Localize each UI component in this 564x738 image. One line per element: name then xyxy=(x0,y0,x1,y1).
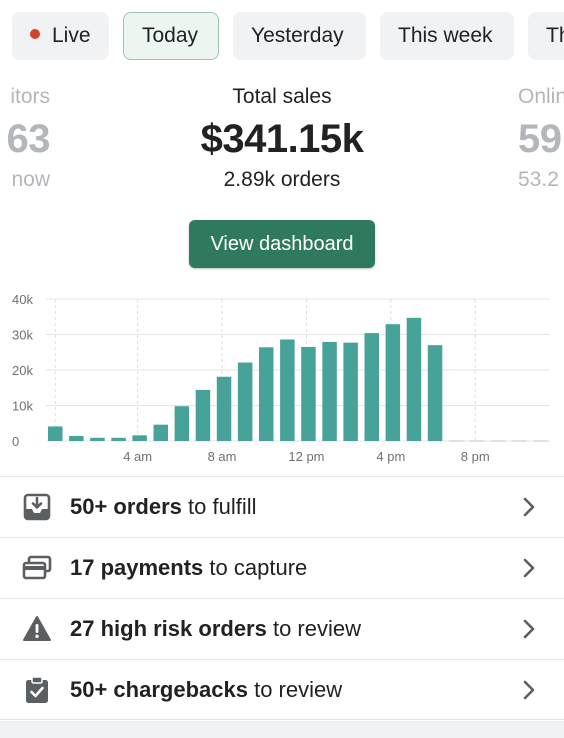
stat-visitors-label: itors xyxy=(10,85,50,108)
tab-live[interactable]: Live xyxy=(12,12,109,60)
tab-partial[interactable]: Th xyxy=(528,12,564,60)
chevron-right-icon xyxy=(523,497,535,517)
tab-partial-label: Th xyxy=(546,24,564,47)
task-orders-to-fulfill[interactable]: 50+ orders to fulfill xyxy=(0,476,564,537)
task-payments-rest: to capture xyxy=(203,555,308,580)
tab-yesterday[interactable]: Yesterday xyxy=(233,12,366,60)
stat-online: Onlin 59 53.2 xyxy=(518,85,564,192)
stat-total-sales-label: Total sales xyxy=(232,85,332,108)
bar xyxy=(195,389,211,441)
stat-visitors-value: 63 xyxy=(6,117,51,161)
y-tick-label: 40k xyxy=(12,292,33,307)
task-chargebacks-count: 50+ chargebacks xyxy=(70,676,248,702)
y-tick-label: 10k xyxy=(12,399,33,414)
task-orders-rest: to fulfill xyxy=(181,494,257,519)
bar xyxy=(385,324,401,441)
bar xyxy=(174,406,190,441)
bar xyxy=(427,345,443,441)
bar xyxy=(48,426,63,441)
bottom-scroll-area xyxy=(0,721,564,738)
task-orders-text: 50+ orders to fulfill xyxy=(70,494,257,520)
bar xyxy=(301,346,316,441)
x-tick-label: 12 pm xyxy=(288,449,324,464)
bar xyxy=(153,424,168,441)
bar xyxy=(364,333,379,441)
y-tick-label: 30k xyxy=(12,328,33,343)
stat-visitors: itors 63 now xyxy=(0,85,51,192)
bar xyxy=(343,342,358,441)
stat-visitors-sub: now xyxy=(11,168,50,191)
task-payments-to-capture[interactable]: 17 payments to capture xyxy=(0,537,564,598)
bar xyxy=(90,437,105,441)
stat-total-sales-orders: 2.89k orders xyxy=(223,168,341,191)
chevron-right-icon xyxy=(523,558,535,578)
bar xyxy=(237,362,253,441)
view-dashboard-button[interactable]: View dashboard xyxy=(189,220,375,268)
task-list: 50+ orders to fulfill 17 payments to cap… xyxy=(0,476,564,720)
task-payments-text: 17 payments to capture xyxy=(70,555,307,581)
bar xyxy=(216,376,232,441)
bar xyxy=(132,435,147,441)
task-high-risk-orders[interactable]: 27 high risk orders to review xyxy=(0,598,564,659)
tab-this-week[interactable]: This week xyxy=(380,12,514,60)
bar xyxy=(406,317,422,441)
bar xyxy=(259,347,274,441)
tab-today-label: Today xyxy=(142,24,199,47)
y-tick-label: 20k xyxy=(12,363,33,378)
clipboard-check-icon xyxy=(26,676,48,703)
tab-live-label: Live xyxy=(52,24,91,47)
stat-total-sales-value: $341.15k xyxy=(200,117,364,161)
x-tick-label: 4 am xyxy=(123,449,152,464)
live-dot-icon xyxy=(30,29,40,40)
x-tick-label: 8 am xyxy=(208,449,237,464)
stat-online-value: 59 xyxy=(518,117,562,161)
y-tick-label: 0 xyxy=(12,434,19,449)
sales-bar-chart: 40k 30k 20k 10k 0 4 am 8 am 12 pm 4 pm 8 pm xyxy=(12,292,550,464)
chevron-right-icon xyxy=(523,680,535,700)
stat-online-sub: 53.2 xyxy=(518,168,559,191)
task-payments-count: 17 payments xyxy=(70,555,204,580)
task-chargebacks[interactable]: 50+ chargebacks to review xyxy=(0,659,564,720)
bar xyxy=(111,437,126,441)
task-orders-count: 50+ orders xyxy=(70,494,182,519)
warning-icon xyxy=(23,616,51,641)
task-high-risk-rest: to review xyxy=(266,616,362,641)
chevron-right-icon xyxy=(523,619,535,639)
stat-online-label: Onlin xyxy=(518,85,564,108)
tab-this-week-label: This week xyxy=(398,24,493,47)
tab-yesterday-label: Yesterday xyxy=(251,24,344,47)
bar xyxy=(69,436,84,441)
x-tick-label: 8 pm xyxy=(461,449,490,464)
stat-total-sales: Total sales $341.15k 2.89k orders xyxy=(132,85,432,192)
bar xyxy=(280,339,295,441)
task-high-risk-text: 27 high risk orders to review xyxy=(70,616,361,642)
credit-card-icon xyxy=(22,555,52,580)
task-high-risk-count: 27 high risk orders xyxy=(70,616,267,641)
stats-carousel[interactable]: itors 63 now Total sales $341.15k 2.89k … xyxy=(0,85,564,205)
date-range-tabs: Live Today Yesterday This week Th xyxy=(0,12,564,62)
task-chargebacks-text: 50+ chargebacks to review xyxy=(70,677,342,703)
bar xyxy=(322,341,337,441)
x-tick-label: 4 pm xyxy=(376,449,405,464)
inbox-download-icon xyxy=(23,493,51,521)
tab-today[interactable]: Today xyxy=(123,12,219,60)
task-chargebacks-rest: to review xyxy=(247,676,343,702)
